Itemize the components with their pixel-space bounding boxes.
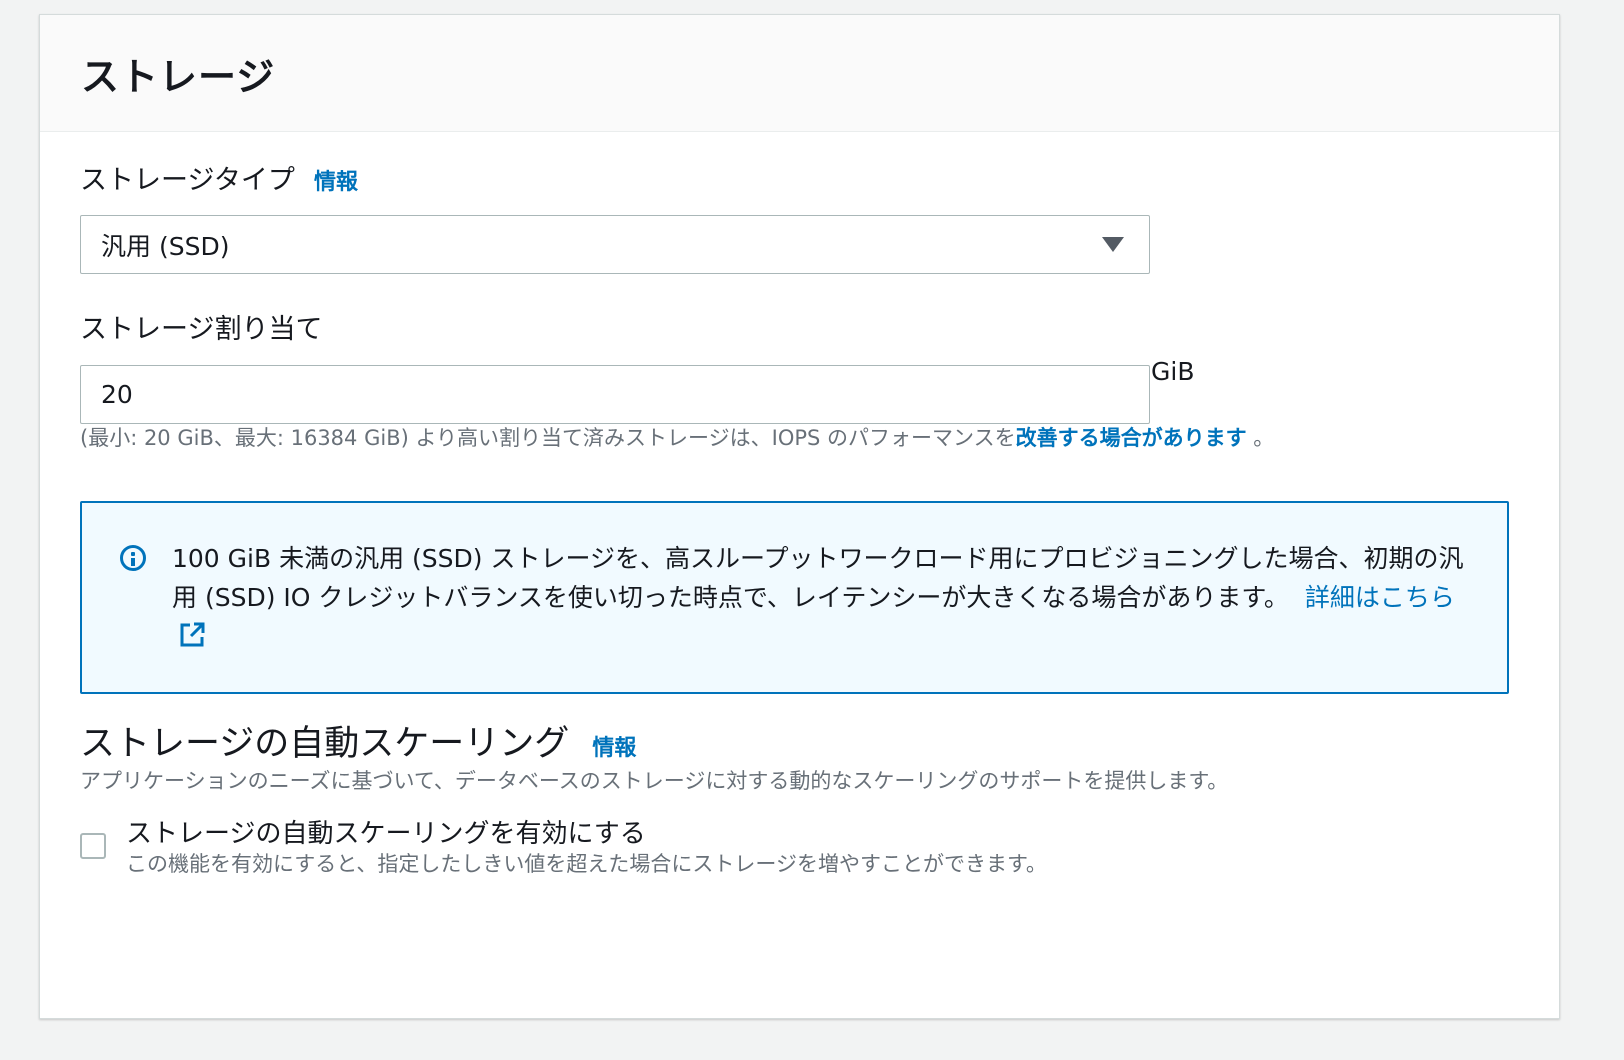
storage-type-info-link[interactable]: 情報 (314, 170, 358, 195)
hint-suffix: 。 (1246, 426, 1275, 450)
storage-allocation-hint: (最小: 20 GiB、最大: 16384 GiB) より高い割り当て済みストレ… (80, 422, 1274, 452)
improve-performance-link[interactable]: 改善する場合があります (1016, 426, 1247, 450)
storage-unit-label: GiB (1151, 357, 1195, 386)
autoscaling-title-row: ストレージの自動スケーリング 情報 (80, 715, 636, 766)
autoscaling-title: ストレージの自動スケーリング (80, 724, 570, 764)
storage-type-select[interactable]: 汎用 (SSD) (80, 215, 1150, 274)
storage-allocation-input[interactable] (80, 365, 1150, 424)
enable-autoscaling-label[interactable]: ストレージの自動スケーリングを有効にする (126, 813, 646, 850)
storage-allocation-label: ストレージ割り当て (80, 314, 323, 345)
autoscaling-description: アプリケーションのニーズに基づいて、データベースのストレージに対する動的なスケー… (80, 769, 1229, 793)
enable-autoscaling-checkbox[interactable] (80, 833, 106, 859)
info-alert: 100 GiB 未満の汎用 (SSD) ストレージを、高スループットワークロード… (80, 501, 1509, 694)
storage-panel: ストレージ ストレージタイプ 情報 汎用 (SSD) ストレージ割り当て GiB… (39, 14, 1560, 1019)
storage-type-selected-value: 汎用 (SSD) (101, 231, 230, 261)
panel-header: ストレージ (40, 15, 1559, 132)
storage-type-label: ストレージタイプ (80, 165, 295, 196)
caret-down-icon (1102, 237, 1124, 252)
learn-more-label: 詳細はこちら (1304, 583, 1455, 612)
hint-text: (最小: 20 GiB、最大: 16384 GiB) より高い割り当て済みストレ… (80, 426, 1016, 450)
autoscaling-info-link[interactable]: 情報 (592, 736, 636, 761)
panel-title: ストレージ (81, 54, 276, 99)
storage-type-label-row: ストレージタイプ 情報 (80, 158, 358, 197)
alert-text: 100 GiB 未満の汎用 (SSD) ストレージを、高スループットワークロード… (172, 539, 1472, 656)
info-circle-icon (120, 545, 146, 571)
enable-autoscaling-description: この機能を有効にすると、指定したしきい値を超えた場合にストレージを増やすことがで… (126, 852, 1047, 876)
alert-message: 100 GiB 未満の汎用 (SSD) ストレージを、高スループットワークロード… (172, 544, 1464, 612)
external-link-icon (180, 622, 205, 647)
